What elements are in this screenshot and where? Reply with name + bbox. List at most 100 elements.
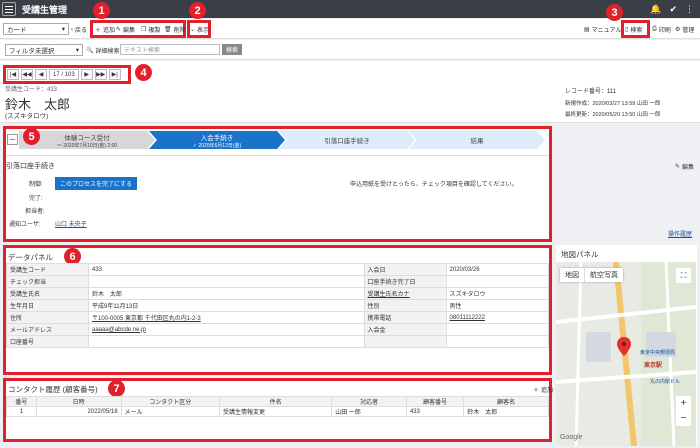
manage-button[interactable]: ⚙ 管理	[675, 25, 694, 34]
delete-label: 削除	[173, 28, 186, 34]
step-enrollment-label: 入会手続き	[200, 134, 234, 142]
edit-button[interactable]: ✎ 編集	[116, 25, 135, 34]
print-label: 印刷	[658, 28, 671, 34]
fullscreen-icon[interactable]: ⛶	[676, 268, 691, 283]
copy-label: 複製	[148, 28, 161, 34]
step-account[interactable]: 引落口座手続き	[279, 131, 415, 149]
contact-header[interactable]: 対応者	[331, 396, 407, 407]
manual-button[interactable]: ▤ マニュアル	[584, 25, 622, 34]
field-value: スズキタロウ	[445, 287, 550, 300]
contact-add-label: 追加	[541, 388, 554, 394]
view-select[interactable]: カード ▾	[3, 23, 69, 35]
contact-header[interactable]: 番号	[6, 396, 37, 407]
text-search-button[interactable]: 検索	[222, 44, 243, 55]
step-trial-label: 体験コース受付	[64, 134, 110, 142]
step-enrollment[interactable]: 入会手続き ✓ 2020年6月12日(金)	[149, 131, 285, 149]
field-label: 口座番号	[6, 335, 89, 348]
created-info: 新規作成：2020/03/27 13:59 山田 一郎	[565, 101, 661, 107]
contact-header[interactable]: 顧客名	[463, 396, 549, 407]
station-label-2: 東京中央郵便局	[640, 350, 676, 356]
menu-icon[interactable]	[2, 2, 16, 16]
badge-1: 1	[93, 2, 110, 19]
contact-add-button[interactable]: ＋追加	[533, 385, 553, 394]
manual-label: マニュアル	[591, 28, 622, 34]
zoom-in-button[interactable]: +	[681, 398, 687, 409]
copy-button[interactable]: ❐ 複製	[141, 25, 160, 34]
add-label: 追加	[103, 28, 116, 34]
add-button[interactable]: ＋追加	[95, 25, 115, 34]
table-row[interactable]: 1 2022/05/18 メール 受講生情報変更 山田 一郎 433 鈴木 太郎	[6, 406, 549, 417]
bell-icon[interactable]: 🔔	[650, 4, 661, 15]
contact-header[interactable]: 日時	[35, 396, 122, 407]
search-button[interactable]: ▯ 検索	[625, 25, 642, 34]
fast-forward-button[interactable]: ▶▶	[94, 69, 107, 80]
chevron-left-icon: ‹	[71, 26, 73, 33]
contact-header[interactable]: 件名	[218, 396, 333, 407]
prev-button[interactable]: ◀	[35, 69, 47, 80]
process-edit-label: 編集	[682, 165, 695, 171]
contact-header[interactable]: コンタクト区分	[120, 396, 221, 407]
last-page-button[interactable]: ▶|	[108, 69, 121, 80]
badge-7: 7	[108, 380, 125, 397]
field-label: 生年月日	[6, 299, 89, 312]
done-label: 完了:	[29, 196, 43, 202]
data-row: 受講生氏名 鈴木 太郎 受講生氏名カナ スズキタロウ	[6, 287, 550, 300]
field-label: 入会日	[363, 263, 447, 276]
field-label: 住所	[6, 311, 89, 324]
chevron-down-icon: ▾	[61, 26, 65, 33]
check-icon[interactable]: ✔	[669, 4, 677, 15]
notify-user-link[interactable]: 山口 未央子	[55, 219, 87, 228]
plus-icon: ＋	[95, 28, 102, 34]
map-type-tabs: 地図 航空写真	[560, 268, 623, 282]
data-panel-title: データパネル	[8, 253, 53, 262]
fast-back-button[interactable]: ◀◀	[21, 69, 33, 80]
process-divider	[6, 155, 549, 156]
data-grid: 受講生コード 433 入会日 2020/03/26 チェック担当 口座手続き完了日 受講生氏…	[6, 263, 550, 348]
print-icon: ⎙	[652, 26, 657, 32]
field-label: 受講生コード	[6, 263, 89, 276]
text-search-input[interactable]: テキスト検索	[120, 44, 220, 55]
detail-search-button[interactable]: 🔍 詳細検索	[86, 46, 120, 55]
back-button[interactable]: ‹ 戻る	[71, 25, 87, 35]
contact-header[interactable]: 顧客番号	[405, 396, 465, 407]
data-row: 口座番号	[6, 335, 550, 348]
next-button[interactable]: ▶	[80, 69, 93, 80]
data-row: 受講生コード 433 入会日 2020/03/26	[6, 263, 550, 276]
print-button[interactable]: ⎙ 印刷	[652, 25, 671, 34]
filter-select[interactable]: フィルタ未選択 ▾	[5, 44, 83, 56]
updated-info: 最終更新：2020/05/20 13:50 山田 一郎	[565, 112, 661, 118]
filter-bar: フィルタ未選択 ▾ 🔍 詳細検索 テキスト検索 検索	[0, 40, 700, 60]
tab-map[interactable]: 地図	[560, 268, 585, 282]
pencil-icon: ✎	[116, 27, 122, 33]
detail-search-label: 詳細検索	[95, 49, 120, 55]
contact-cell: 受講生情報変更	[218, 406, 333, 417]
tab-satellite[interactable]: 航空写真	[585, 268, 623, 282]
zoom-control: + −	[676, 396, 691, 426]
more-icon[interactable]: ⋮	[685, 4, 694, 15]
process-edit-button[interactable]: ✎ 編集	[675, 162, 694, 171]
contact-cell: 山田 一郎	[331, 406, 407, 417]
app-title: 受講生管理	[22, 4, 68, 15]
student-kana: (スズキタロウ)	[5, 113, 49, 120]
delete-button[interactable]: 🗑 削除	[164, 25, 186, 34]
history-link[interactable]: 操作履歴	[668, 229, 692, 238]
field-label: チェック担当	[6, 275, 89, 288]
station-label-1: 東京駅	[644, 363, 663, 369]
badge-3: 3	[606, 4, 623, 21]
contact-cell: 2022/05/18	[35, 406, 122, 417]
badge-4: 4	[135, 64, 152, 81]
step-result[interactable]: 結果	[409, 131, 545, 149]
collapse-button[interactable]: －	[7, 134, 18, 145]
pencil-icon: ✎	[675, 164, 681, 170]
complete-process-button[interactable]: このプロセスを完了にする	[55, 177, 138, 190]
view-button[interactable]: ⌄ 表示	[190, 25, 209, 34]
field-value: 〒100-0005 東京都 千代田区丸の内1-2-3	[88, 311, 365, 324]
field-value: aaaaa@abcde.ne.jp	[88, 323, 365, 336]
field-label	[363, 335, 447, 348]
map-canvas[interactable]: 地図 航空写真 ⛶ 東京駅 東京中央郵便局 丸の内駅ビル + − Google	[556, 262, 696, 446]
first-page-button[interactable]: |◀	[7, 69, 19, 80]
owner-label: 担当者:	[25, 209, 45, 215]
trash-icon: 🗑	[164, 27, 172, 33]
contact-cell: メール	[120, 406, 221, 417]
zoom-out-button[interactable]: −	[681, 413, 687, 424]
